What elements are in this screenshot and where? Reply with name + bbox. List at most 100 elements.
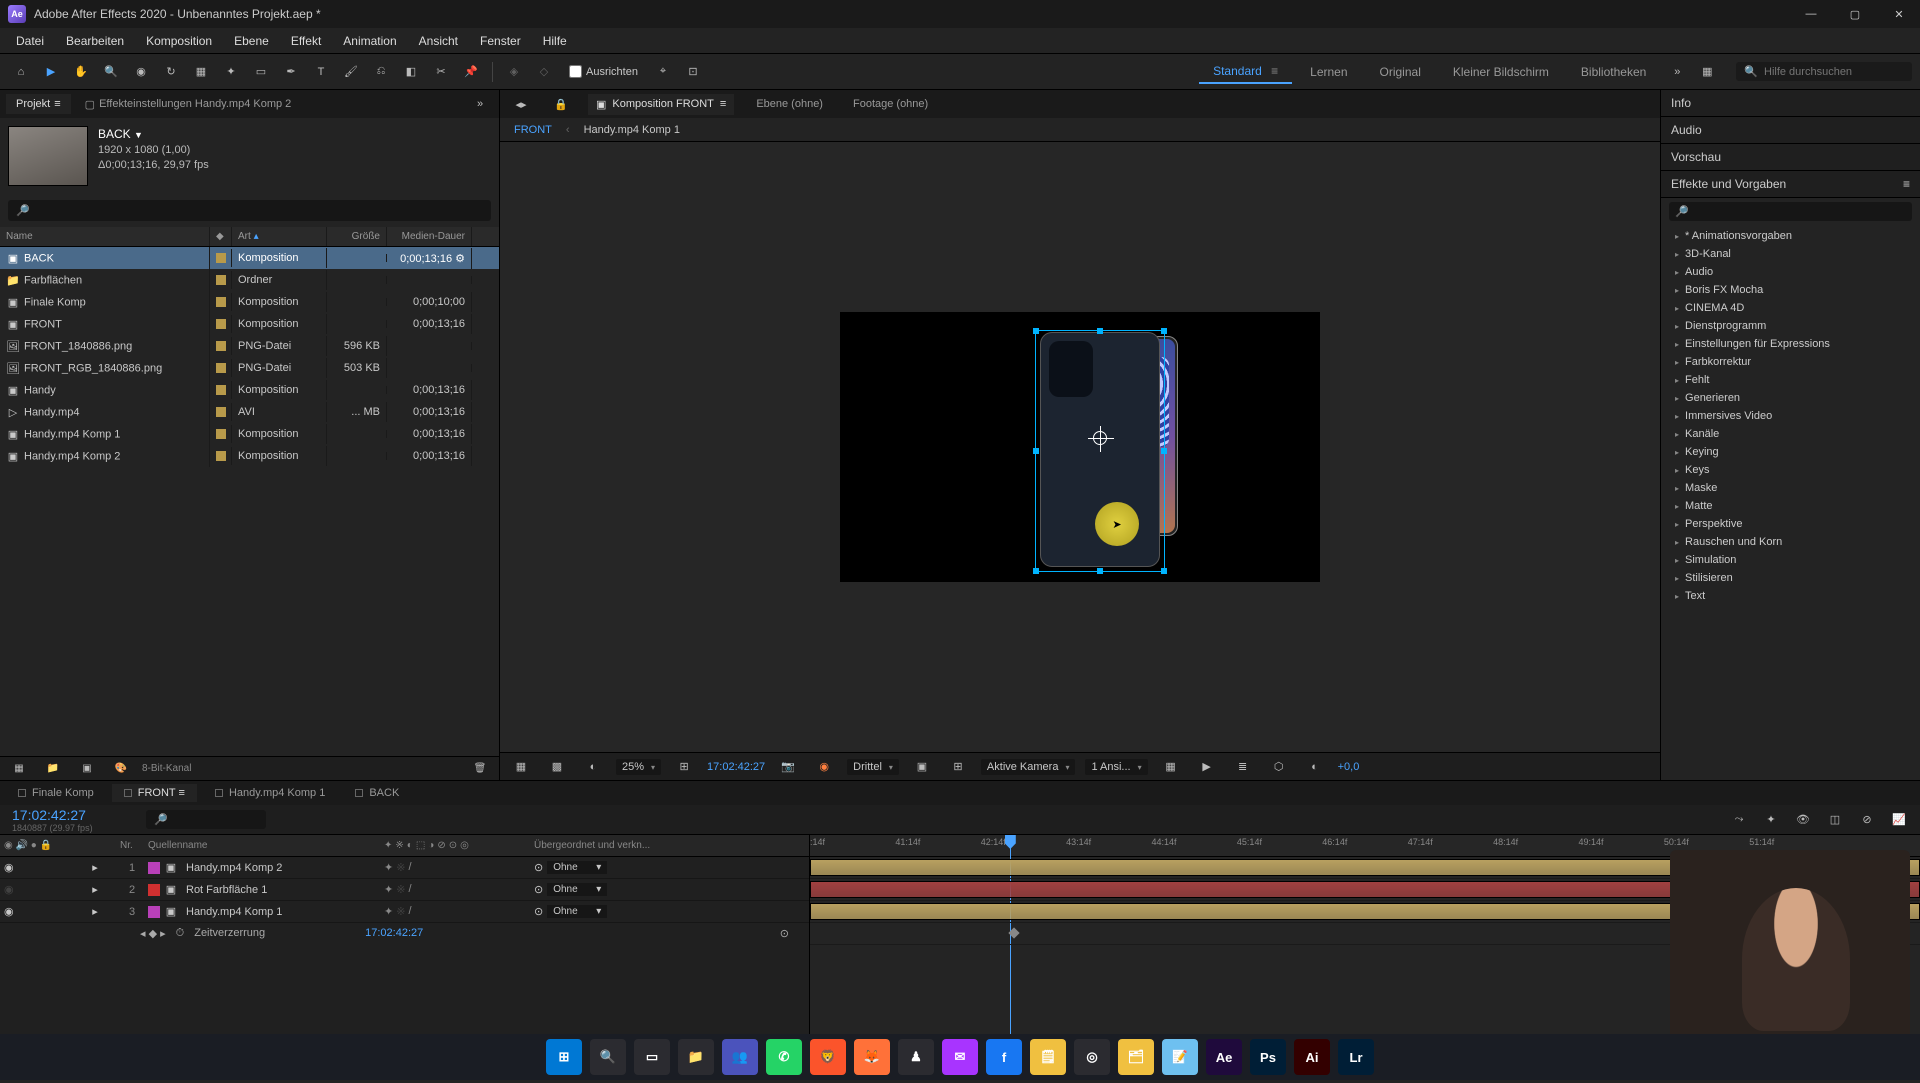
project-item[interactable]: ▣FRONT Komposition 0;00;13;16 <box>0 313 499 335</box>
col-name[interactable]: Name <box>0 227 210 246</box>
snap-icon[interactable]: ⌖ <box>650 59 676 85</box>
timeline-icon[interactable]: ≣ <box>1230 754 1256 780</box>
effect-category[interactable]: Text <box>1661 587 1920 605</box>
effect-category[interactable]: Stilisieren <box>1661 569 1920 587</box>
effect-category[interactable]: Boris FX Mocha <box>1661 281 1920 299</box>
new-folder-icon[interactable]: 📁 <box>40 756 66 782</box>
effect-category[interactable]: Audio <box>1661 263 1920 281</box>
taskbar-obs[interactable]: ◎ <box>1074 1039 1110 1075</box>
layer-tab[interactable]: Ebene (ohne) <box>748 94 831 114</box>
eraser-tool-icon[interactable]: ◧ <box>398 59 424 85</box>
orbit-tool-icon[interactable]: ◉ <box>128 59 154 85</box>
project-item[interactable]: 🖼FRONT_1840886.png PNG-Datei 596 KB <box>0 335 499 357</box>
footage-tab[interactable]: Footage (ohne) <box>845 94 936 114</box>
effect-category[interactable]: Kanäle <box>1661 425 1920 443</box>
mask-icon[interactable]: ◐ <box>580 754 606 780</box>
effect-category[interactable]: Generieren <box>1661 389 1920 407</box>
effect-category[interactable]: Simulation <box>1661 551 1920 569</box>
taskbar-after-effects[interactable]: Ae <box>1206 1039 1242 1075</box>
puppet-tool-icon[interactable]: 📌 <box>458 59 484 85</box>
channel-icon[interactable]: ◉ <box>811 754 837 780</box>
effect-category[interactable]: * Animationsvorgaben <box>1661 227 1920 245</box>
minimize-button[interactable]: — <box>1798 4 1824 24</box>
effects-presets-header[interactable]: Effekte und Vorgaben≡ <box>1661 171 1920 198</box>
taskbar-illustrator[interactable]: Ai <box>1294 1039 1330 1075</box>
taskbar-brave[interactable]: 🦁 <box>810 1039 846 1075</box>
snap-bounds-icon[interactable]: ⊡ <box>680 59 706 85</box>
keyframe-nav-icon[interactable]: ◂ ◆ ▸ <box>140 927 166 940</box>
workspace-original[interactable]: Original <box>1366 61 1435 83</box>
col-parent[interactable]: Übergeordnet und verkn... <box>534 840 674 851</box>
trash-icon[interactable]: 🗑 <box>467 756 493 782</box>
effect-category[interactable]: Perspektive <box>1661 515 1920 533</box>
menu-composition[interactable]: Komposition <box>136 30 222 52</box>
effect-category[interactable]: Keys <box>1661 461 1920 479</box>
expand-icon[interactable]: ▸ <box>92 861 98 874</box>
composition-viewer[interactable]: ➤ <box>500 142 1660 752</box>
toggle-transparency-icon[interactable]: ▩ <box>544 754 570 780</box>
menu-view[interactable]: Ansicht <box>409 30 468 52</box>
keyframe-diamond[interactable] <box>1008 927 1019 938</box>
visibility-icon[interactable]: ◉ <box>4 861 14 874</box>
effect-category[interactable]: Dienstprogramm <box>1661 317 1920 335</box>
sublayer-time-remap[interactable]: ◂ ◆ ▸ ⏱ Zeitverzerrung 17:02:42:27 ⊙ <box>0 923 809 943</box>
graph-editor-icon[interactable]: 📈 <box>1886 807 1912 833</box>
fast-preview-icon[interactable]: ▶ <box>1194 754 1220 780</box>
menu-help[interactable]: Hilfe <box>533 30 577 52</box>
timeline-layer-row[interactable]: ◉ ▸ 3 ▣Handy.mp4 Komp 1 ✦※/ ⊙Ohne▾ <box>0 901 809 923</box>
stopwatch-icon[interactable]: ⏱ <box>176 927 185 940</box>
taskbar-facebook[interactable]: f <box>986 1039 1022 1075</box>
taskbar-photoshop[interactable]: Ps <box>1250 1039 1286 1075</box>
color-depth-label[interactable]: 8-Bit-Kanal <box>142 763 191 774</box>
grid-icon[interactable]: ⊞ <box>945 754 971 780</box>
shy-icon[interactable]: 👁 <box>1790 807 1816 833</box>
roto-tool-icon[interactable]: ✂ <box>428 59 454 85</box>
effect-category[interactable]: Einstellungen für Expressions <box>1661 335 1920 353</box>
project-search[interactable]: 🔎 <box>8 200 491 221</box>
taskbar-lightroom[interactable]: Lr <box>1338 1039 1374 1075</box>
taskbar-search[interactable]: 🔍 <box>590 1039 626 1075</box>
timeline-current-time[interactable]: 17:02:42:27 <box>0 807 140 823</box>
taskbar-app1[interactable]: ♟ <box>898 1039 934 1075</box>
home-icon[interactable]: ⌂ <box>8 59 34 85</box>
effect-category[interactable]: Immersives Video <box>1661 407 1920 425</box>
pickwhip-icon[interactable]: ⊙ <box>534 883 543 896</box>
workspace-libraries[interactable]: Bibliotheken <box>1567 61 1660 83</box>
help-search[interactable]: 🔍 <box>1736 62 1912 81</box>
maximize-button[interactable]: ▢ <box>1842 4 1868 24</box>
clone-tool-icon[interactable]: ⎌ <box>368 59 394 85</box>
taskbar-notepad[interactable]: 📝 <box>1162 1039 1198 1075</box>
pickwhip-icon[interactable]: ⊙ <box>534 861 543 874</box>
current-timecode[interactable]: 17:02:42:27 <box>707 761 765 773</box>
property-value[interactable]: 17:02:42:27 <box>365 927 423 939</box>
camera-tool-icon[interactable]: ▦ <box>188 59 214 85</box>
resolution-dropdown[interactable]: Drittel <box>847 759 899 775</box>
workspace-grid-icon[interactable]: ▦ <box>1694 59 1720 85</box>
project-item[interactable]: ▣Handy.mp4 Komp 2 Komposition 0;00;13;16 <box>0 445 499 467</box>
taskbar-firefox[interactable]: 🦊 <box>854 1039 890 1075</box>
mesh-icon[interactable]: ◈ <box>501 59 527 85</box>
breadcrumb-handy[interactable]: Handy.mp4 Komp 1 <box>584 124 680 136</box>
text-tool-icon[interactable]: T <box>308 59 334 85</box>
timeline-tab[interactable]: Handy.mp4 Komp 1 <box>203 784 337 802</box>
selection-tool-icon[interactable]: ▶ <box>38 59 64 85</box>
pickwhip-icon[interactable]: ⊙ <box>534 905 543 918</box>
project-item[interactable]: ▣Handy Komposition 0;00;13;16 <box>0 379 499 401</box>
effect-category[interactable]: 3D-Kanal <box>1661 245 1920 263</box>
views-dropdown[interactable]: 1 Ansi... <box>1085 759 1147 775</box>
col-duration[interactable]: Medien-Dauer <box>387 227 472 246</box>
taskbar-messenger[interactable]: ✉ <box>942 1039 978 1075</box>
effects-search[interactable]: 🔎 <box>1669 202 1912 221</box>
interpret-footage-icon[interactable]: ▦ <box>6 756 32 782</box>
rect-tool-icon[interactable]: ▭ <box>248 59 274 85</box>
mesh2-icon[interactable]: ◇ <box>531 59 557 85</box>
project-item[interactable]: ▣BACK Komposition 0;00;13;16 ⚙ <box>0 247 499 269</box>
menu-file[interactable]: Datei <box>6 30 54 52</box>
project-item[interactable]: 📁Farbflächen Ordner <box>0 269 499 291</box>
effect-category[interactable]: Farbkorrektur <box>1661 353 1920 371</box>
workspace-small[interactable]: Kleiner Bildschirm <box>1439 61 1563 83</box>
effect-controls-tab[interactable]: ▢ Effekteinstellungen Handy.mp4 Komp 2 <box>75 94 302 115</box>
expand-icon[interactable]: ▸ <box>92 905 98 918</box>
taskbar-explorer[interactable]: 📁 <box>678 1039 714 1075</box>
hand-tool-icon[interactable]: ✋ <box>68 59 94 85</box>
